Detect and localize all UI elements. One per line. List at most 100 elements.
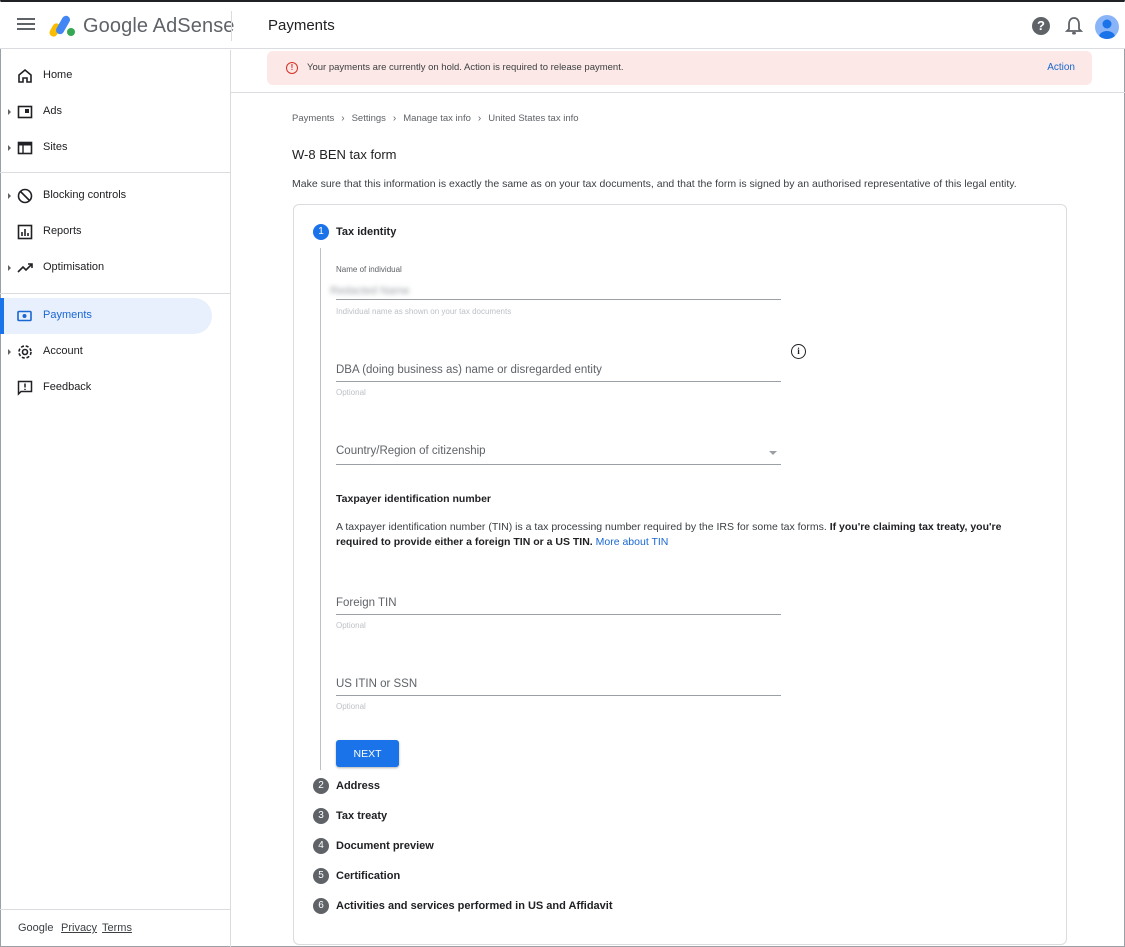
feedback-icon [17,380,33,396]
expand-caret-icon [8,265,11,271]
field-underline [336,614,781,615]
more-about-tin-link[interactable]: More about TIN [596,536,669,548]
sidebar-item-label: Home [43,69,73,81]
breadcrumb-us-tax-info: United States tax info [488,113,579,124]
name-field-value: Redacted Name [330,285,410,297]
form-title: W-8 BEN tax form [292,147,397,162]
step-connector-line [320,248,321,770]
alert-text: Your payments are currently on hold. Act… [307,62,624,73]
chevron-right-icon: › [341,113,345,124]
gear-icon [18,345,32,359]
step-5-label[interactable]: Certification [336,870,400,882]
us-itin-placeholder: US ITIN or SSN [336,678,418,690]
dropdown-arrow-icon [769,451,777,455]
step-6-indicator: 6 [313,898,329,914]
breadcrumb: Payments › Settings › Manage tax info › … [292,113,579,124]
footer-brand: Google [18,922,54,934]
sidebar-item-label: Sites [43,141,68,153]
sidebar-item-account[interactable]: Account [0,334,212,370]
sidebar-item-blocking-controls[interactable]: Blocking controls [0,178,212,214]
sidebar-item-feedback[interactable]: Feedback [0,370,212,406]
alert-action-button[interactable]: Action [1047,62,1075,73]
sidebar-item-home[interactable]: Home [0,58,212,94]
step-1-label[interactable]: Tax identity [336,226,396,238]
sidebar-item-sites[interactable]: Sites [0,130,212,166]
name-field-help: Individual name as shown on your tax doc… [336,307,512,316]
dba-field-placeholder: DBA (doing business as) name or disregar… [336,364,602,376]
field-underline [336,464,781,465]
home-icon [18,68,32,83]
page-title: Payments [268,17,335,34]
step-6-label[interactable]: Activities and services performed in US … [336,900,613,912]
dba-field-help: Optional [336,388,366,397]
chevron-right-icon: › [477,113,482,124]
expand-caret-icon [8,109,11,115]
sidebar-item-label: Payments [43,309,92,321]
expand-caret-icon [8,349,11,355]
step-3-label[interactable]: Tax treaty [336,810,387,822]
sidebar-item-ads[interactable]: Ads [0,94,212,130]
name-of-individual-field[interactable]: Name of individual Redacted Name Individ… [330,264,781,320]
top-app-bar: Google AdSense Payments ? [0,2,1125,49]
breadcrumb-settings[interactable]: Settings [352,113,386,124]
sidebar-item-label: Blocking controls [43,189,127,201]
breadcrumb-manage-tax-info[interactable]: Manage tax info [403,113,471,124]
field-underline [336,381,781,382]
next-button[interactable]: NEXT [336,740,399,767]
breadcrumb-payments[interactable]: Payments [292,113,334,124]
privacy-link[interactable]: Privacy [61,922,97,934]
ads-icon [17,105,33,119]
adsense-logo-icon [49,15,75,37]
field-underline [336,695,781,696]
sidebar-divider [0,293,230,294]
us-itin-field[interactable]: US ITIN or SSN Optional [336,677,781,713]
sidebar-item-reports[interactable]: Reports [0,214,212,250]
brand-name: Google AdSense [83,15,235,37]
header-divider [231,92,1125,93]
active-indicator [0,298,4,334]
alert-circle-icon: ! [286,62,298,74]
sidebar-item-optimisation[interactable]: Optimisation [0,250,212,286]
chevron-right-icon: › [392,113,397,124]
expand-caret-icon [8,193,11,199]
info-icon[interactable]: i [791,344,806,359]
step-2-label[interactable]: Address [336,780,380,792]
country-select-placeholder: Country/Region of citizenship [336,445,486,457]
step-1-indicator: 1 [313,224,329,240]
field-underline [336,299,781,300]
sidebar-footer: Google Privacy Terms [0,909,230,947]
dba-field[interactable]: DBA (doing business as) name or disregar… [336,363,781,399]
terms-link[interactable]: Terms [102,922,132,934]
us-itin-help: Optional [336,702,366,711]
step-2-indicator: 2 [313,778,329,794]
tin-description: A taxpayer identification number (TIN) i… [336,520,1026,550]
foreign-tin-placeholder: Foreign TIN [336,597,397,609]
tin-heading: Taxpayer identification number [336,493,492,505]
sidebar-item-label: Account [43,345,83,357]
avatar-icon[interactable] [1095,15,1119,39]
foreign-tin-field[interactable]: Foreign TIN Optional [336,596,781,632]
form-description: Make sure that this information is exact… [292,178,1017,190]
foreign-tin-help: Optional [336,621,366,630]
expand-caret-icon [8,145,11,151]
sidebar-item-payments[interactable]: Payments [0,298,212,334]
name-field-label: Name of individual [336,265,402,274]
sites-icon [17,141,33,155]
sidebar: Home Ads Sites Blocking controls Reports… [0,50,231,947]
step-4-label[interactable]: Document preview [336,840,434,852]
step-3-indicator: 3 [313,808,329,824]
step-5-indicator: 5 [313,868,329,884]
sidebar-item-label: Reports [43,225,82,237]
block-icon [17,188,33,204]
sidebar-divider [0,172,230,173]
sidebar-item-label: Optimisation [43,261,105,273]
payment-hold-alert: ! Your payments are currently on hold. A… [267,51,1092,85]
sidebar-item-label: Feedback [43,381,92,393]
sidebar-item-label: Ads [43,105,62,117]
country-select[interactable]: Country/Region of citizenship [336,444,781,466]
tin-text: A taxpayer identification number (TIN) i… [336,521,830,533]
trending-icon [17,263,33,273]
help-icon[interactable]: ? [1032,17,1050,35]
bell-icon[interactable] [1065,16,1083,36]
menu-icon[interactable] [17,16,35,34]
